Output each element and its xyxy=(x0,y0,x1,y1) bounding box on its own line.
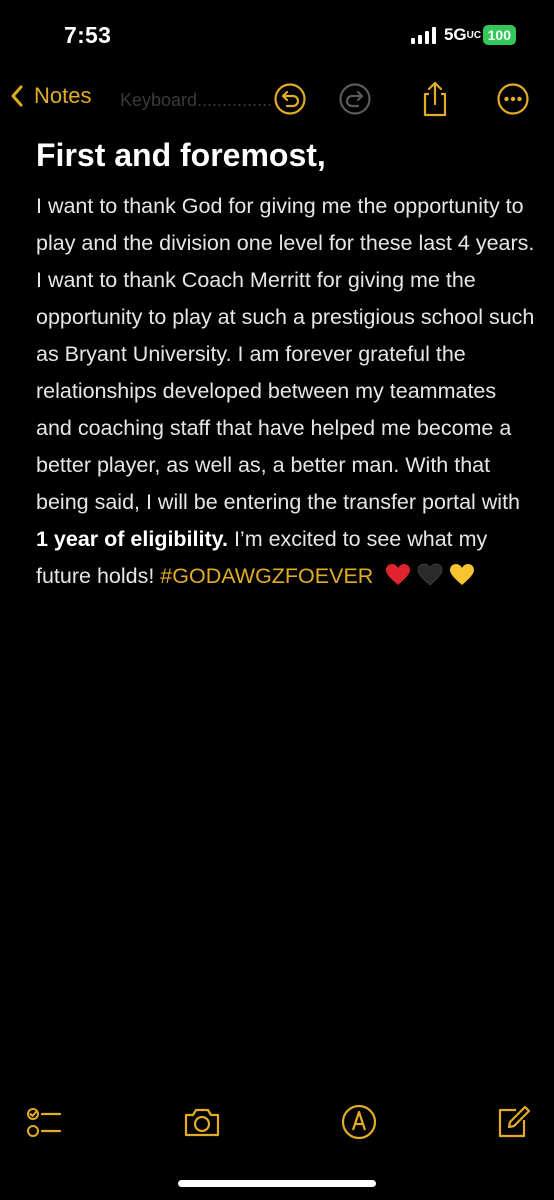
note-body-text: I want to thank God for giving me the op… xyxy=(36,194,535,514)
status-indicators: 5GUC 100 xyxy=(410,25,516,45)
network-type: 5GUC xyxy=(443,25,482,44)
compose-icon[interactable] xyxy=(494,1102,534,1142)
note-bold-text: 1 year of eligibility. xyxy=(36,527,228,551)
redo-icon[interactable] xyxy=(338,82,372,116)
home-indicator[interactable] xyxy=(178,1180,376,1187)
more-icon[interactable] xyxy=(496,82,530,116)
hashtag: #GODAWGZFOEVER xyxy=(160,564,374,588)
red-heart-icon xyxy=(386,564,411,585)
emoji-group xyxy=(385,562,475,599)
cellular-signal-icon xyxy=(410,26,436,44)
note-body[interactable]: I want to thank God for giving me the op… xyxy=(36,188,536,599)
undo-icon[interactable] xyxy=(273,82,307,116)
chevron-left-icon xyxy=(11,85,23,107)
yellow-heart-icon xyxy=(450,564,475,585)
back-button[interactable]: Notes xyxy=(10,83,91,109)
camera-icon[interactable] xyxy=(182,1102,222,1142)
checklist-icon[interactable] xyxy=(22,1102,62,1142)
battery-icon: 100 xyxy=(482,25,516,45)
nav-bar: Notes Keyboard............... xyxy=(0,80,554,120)
markup-icon[interactable] xyxy=(339,1102,379,1142)
note-content[interactable]: First and foremost, I want to thank God … xyxy=(36,136,536,599)
back-label: Notes xyxy=(34,83,92,108)
black-heart-icon xyxy=(417,563,443,586)
status-time: 7:53 xyxy=(64,22,112,48)
share-icon[interactable] xyxy=(418,80,452,118)
nav-ghost-text: Keyboard............... xyxy=(120,90,273,110)
note-title[interactable]: First and foremost, xyxy=(36,136,536,174)
bottom-toolbar xyxy=(0,1100,554,1144)
